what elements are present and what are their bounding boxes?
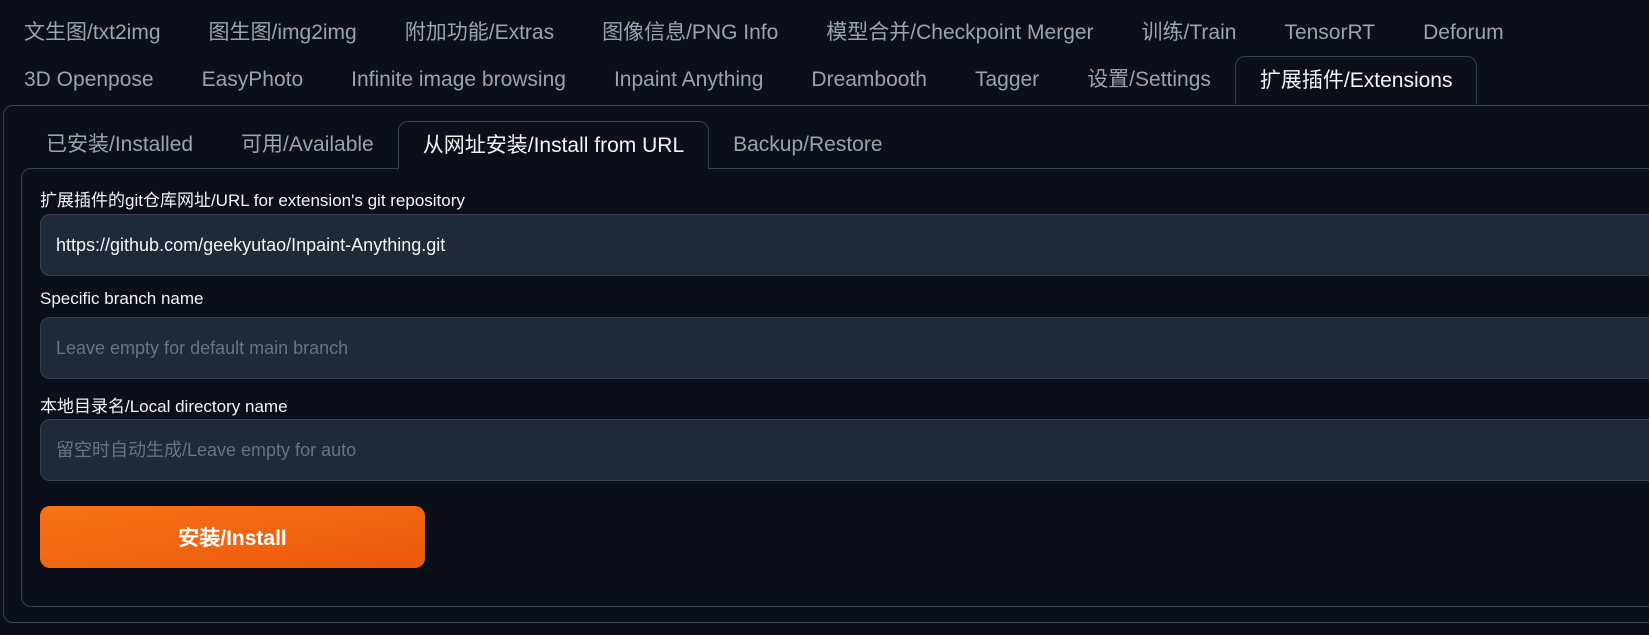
tab-extensions[interactable]: 扩展插件/Extensions <box>1234 56 1478 105</box>
extensions-page: 文生图/txt2img 图生图/img2img 附加功能/Extras 图像信息… <box>0 0 1649 635</box>
tab-extras[interactable]: 附加功能/Extras <box>381 10 578 56</box>
tab-settings[interactable]: 设置/Settings <box>1063 56 1235 105</box>
tab-tagger[interactable]: Tagger <box>951 56 1063 105</box>
tab-infinite-image-browsing[interactable]: Infinite image browsing <box>327 56 590 105</box>
directory-field-label: 本地目录名/Local directory name <box>40 397 288 416</box>
tab-img2img[interactable]: 图生图/img2img <box>185 10 381 56</box>
tab-dreambooth[interactable]: Dreambooth <box>787 56 951 105</box>
top-tab-row-2: 3D Openpose EasyPhoto Infinite image bro… <box>0 56 1478 105</box>
tab-3d-openpose[interactable]: 3D Openpose <box>0 56 178 105</box>
extensions-sub-tabs: 已安装/Installed 可用/Available 从网址安装/Install… <box>22 121 907 170</box>
install-button[interactable]: 安装/Install <box>40 506 425 568</box>
subtab-installed[interactable]: 已安装/Installed <box>22 121 217 169</box>
directory-input[interactable] <box>40 419 1649 481</box>
tab-png-info[interactable]: 图像信息/PNG Info <box>578 10 802 56</box>
subtab-install-from-url[interactable]: 从网址安装/Install from URL <box>397 121 710 170</box>
tab-easyphoto[interactable]: EasyPhoto <box>178 56 328 105</box>
tab-train[interactable]: 训练/Train <box>1118 10 1261 56</box>
url-field-label: 扩展插件的git仓库网址/URL for extension's git rep… <box>40 191 465 210</box>
tab-deforum[interactable]: Deforum <box>1399 10 1528 56</box>
tab-txt2img[interactable]: 文生图/txt2img <box>0 10 185 56</box>
tab-inpaint-anything[interactable]: Inpaint Anything <box>590 56 787 105</box>
subtab-available[interactable]: 可用/Available <box>217 121 398 169</box>
tab-tensorrt[interactable]: TensorRT <box>1260 10 1399 56</box>
subtab-backup-restore[interactable]: Backup/Restore <box>709 121 906 169</box>
top-tab-row-1: 文生图/txt2img 图生图/img2img 附加功能/Extras 图像信息… <box>0 10 1528 56</box>
branch-field-label: Specific branch name <box>40 289 204 308</box>
url-input[interactable] <box>40 214 1649 276</box>
branch-input[interactable] <box>40 317 1649 379</box>
tab-checkpoint-merger[interactable]: 模型合并/Checkpoint Merger <box>802 10 1117 56</box>
